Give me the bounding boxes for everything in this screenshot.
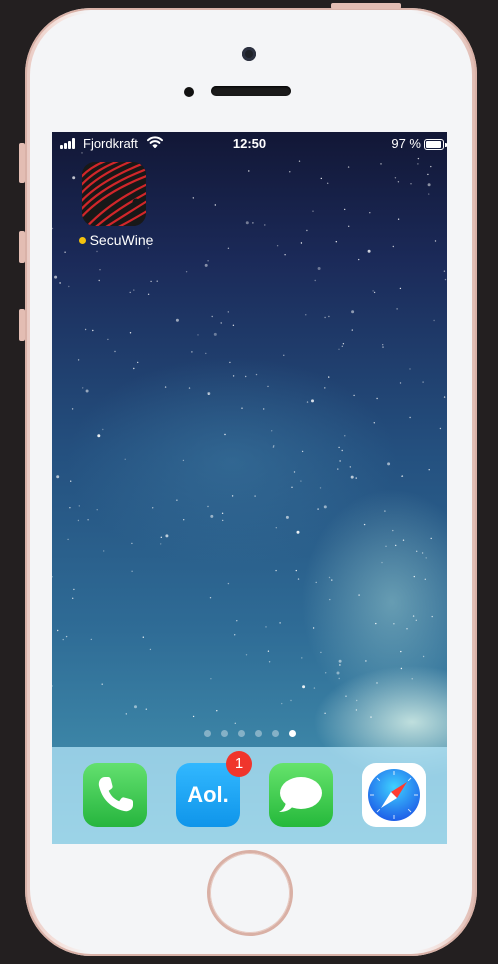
page-dot	[271, 730, 279, 737]
secuwine-app-icon	[82, 162, 146, 226]
messages-app-icon[interactable]	[269, 763, 333, 827]
status-bar: Fjordkraft 12:50 97 %	[52, 132, 447, 154]
volume-down-button	[19, 309, 25, 341]
dock: Aol. 1	[52, 747, 447, 844]
phone-app-icon[interactable]	[83, 763, 147, 827]
proximity-sensor	[184, 87, 194, 97]
page-dot	[237, 730, 245, 737]
status-time: 12:50	[232, 136, 267, 151]
earpiece-speaker	[211, 86, 291, 96]
aol-app-icon[interactable]: Aol. 1	[176, 751, 252, 827]
front-camera	[242, 47, 256, 61]
mute-switch	[19, 143, 25, 183]
page-dot	[220, 730, 228, 737]
power-button	[331, 3, 401, 9]
battery-icon	[424, 139, 447, 150]
home-button[interactable]	[210, 853, 290, 933]
battery-percentage: 97 %	[391, 136, 421, 151]
app-secuwine[interactable]: SecuWine	[78, 162, 153, 248]
page-indicator[interactable]	[52, 730, 447, 737]
app-label: SecuWine	[68, 232, 164, 248]
page-dot	[254, 730, 262, 737]
safari-app-icon[interactable]	[362, 763, 426, 827]
home-screen: Fjordkraft 12:50 97 % SecuWine Aol. 1	[52, 132, 447, 844]
volume-up-button	[19, 231, 25, 263]
page-dot	[203, 730, 211, 737]
notification-dot	[78, 237, 86, 244]
page-dot-current	[288, 730, 296, 737]
notification-badge: 1	[226, 751, 252, 777]
